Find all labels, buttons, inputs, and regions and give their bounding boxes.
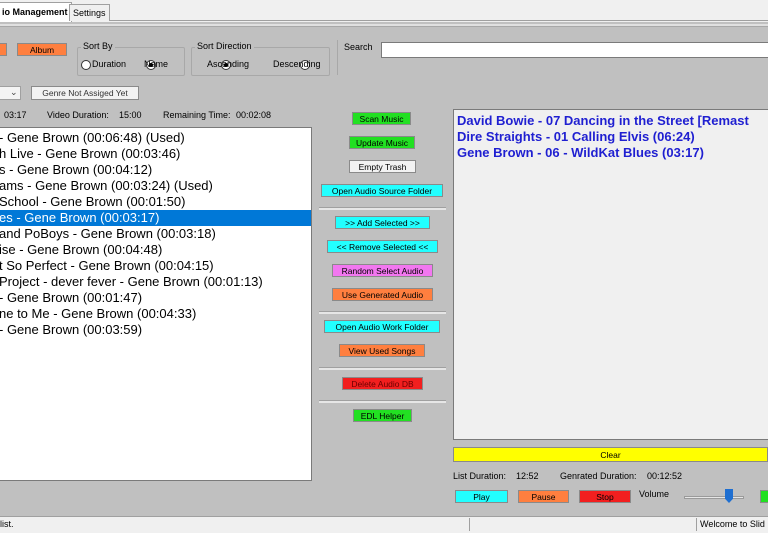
separator	[319, 311, 446, 314]
sort-duration-radio[interactable]	[81, 59, 91, 70]
sort-by-title: Sort By	[81, 41, 115, 51]
extra-button-partial[interactable]	[760, 490, 768, 503]
status-divider	[696, 518, 697, 531]
generated-duration-value: 00:12:52	[647, 471, 683, 481]
song-item[interactable]: School - Gene Brown (00:01:50)	[0, 194, 311, 210]
edl-helper-button[interactable]: EDL Helper	[353, 409, 412, 422]
open-audio-source-folder-button[interactable]: Open Audio Source Folder	[321, 184, 443, 197]
sort-duration-label: Duration	[92, 59, 127, 69]
video-duration-label: Video Duration:	[47, 110, 109, 120]
separator	[319, 400, 446, 403]
album-button[interactable]: Album	[17, 43, 67, 56]
song-item[interactable]: Project - dever fever - Gene Brown (00:0…	[0, 274, 311, 290]
volume-slider-track[interactable]	[684, 496, 744, 499]
search-divider	[337, 40, 338, 75]
song-item[interactable]: ise - Gene Brown (00:04:48)	[0, 242, 311, 258]
song-item[interactable]: - Gene Brown (00:03:59)	[0, 322, 311, 338]
view-used-songs-button[interactable]: View Used Songs	[339, 344, 425, 357]
update-music-button[interactable]: Update Music	[349, 136, 415, 149]
song-item[interactable]: h Live - Gene Brown (00:03:46)	[0, 146, 311, 162]
status-right-text: Welcome to Slid	[700, 519, 765, 529]
volume-label: Volume	[639, 489, 670, 499]
use-generated-audio-button[interactable]: Use Generated Audio	[332, 288, 433, 301]
open-audio-work-folder-button[interactable]: Open Audio Work Folder	[324, 320, 440, 333]
remove-selected-button[interactable]: << Remove Selected <<	[327, 240, 438, 253]
random-select-audio-button[interactable]: Random Select Audio	[332, 264, 433, 277]
song-item-selected[interactable]: es - Gene Brown (00:03:17)	[0, 210, 311, 226]
tab-bar	[0, 0, 768, 22]
tab-strip-line	[0, 20, 768, 21]
sort-ascending-label: Ascending	[207, 59, 250, 69]
playlist[interactable]: David Bowie - 07 Dancing in the Street […	[453, 109, 768, 440]
song-item[interactable]: and PoBoys - Gene Brown (00:03:18)	[0, 226, 311, 242]
status-divider	[469, 518, 470, 531]
tab-audio-management[interactable]: io Management	[0, 2, 72, 22]
clear-button[interactable]: Clear	[453, 447, 768, 462]
song-list[interactable]: - Gene Brown (00:06:48) (Used) h Live - …	[0, 127, 312, 481]
sort-direction-title: Sort Direction	[195, 41, 254, 51]
song-item[interactable]: ams - Gene Brown (00:03:24) (Used)	[0, 178, 311, 194]
song-item[interactable]: ne to Me - Gene Brown (00:04:33)	[0, 306, 311, 322]
remaining-time-label: Remaining Time:	[163, 110, 231, 120]
search-input[interactable]	[381, 42, 768, 58]
playlist-item[interactable]: David Bowie - 07 Dancing in the Street […	[457, 113, 768, 129]
sort-name-label: Name	[144, 59, 169, 69]
genre-button[interactable]: Genre Not Assiged Yet	[31, 86, 139, 100]
song-item[interactable]: - Gene Brown (00:01:47)	[0, 290, 311, 306]
header-divider	[0, 24, 768, 27]
search-label: Search	[344, 42, 373, 52]
tab-settings[interactable]: Settings	[69, 4, 110, 21]
generated-duration-label: Genrated Duration:	[560, 471, 637, 481]
video-duration-value: 15:00	[119, 110, 142, 120]
play-button[interactable]: Play	[455, 490, 508, 503]
genre-dropdown[interactable]: ⌄	[0, 86, 21, 100]
list-duration-label: List Duration:	[453, 471, 507, 481]
separator	[319, 207, 446, 210]
separator	[319, 367, 446, 370]
song-item[interactable]: s - Gene Brown (00:04:12)	[0, 162, 311, 178]
stop-button[interactable]: Stop	[579, 490, 631, 503]
count-partial: 03:17	[4, 110, 27, 120]
song-item[interactable]: - Gene Brown (00:06:48) (Used)	[0, 130, 311, 146]
delete-audio-db-button[interactable]: Delete Audio DB	[342, 377, 423, 390]
empty-trash-button[interactable]: Empty Trash	[349, 160, 416, 173]
status-left-text: list.	[0, 519, 14, 529]
add-selected-button[interactable]: >> Add Selected >>	[335, 216, 430, 229]
pause-button[interactable]: Pause	[518, 490, 569, 503]
playlist-item[interactable]: Dire Straights - 01 Calling Elvis (06:24…	[457, 129, 768, 145]
sort-descending-label: Descending	[273, 59, 321, 69]
remaining-time-value: 00:02:08	[236, 110, 272, 120]
volume-slider-thumb[interactable]	[725, 489, 733, 503]
status-bar	[0, 516, 768, 533]
song-item[interactable]: t So Perfect - Gene Brown (00:04:15)	[0, 258, 311, 274]
artist-button-partial[interactable]	[0, 43, 7, 56]
playlist-item[interactable]: Gene Brown - 06 - WildKat Blues (03:17)	[457, 145, 768, 161]
list-duration-value: 12:52	[516, 471, 539, 481]
chevron-down-icon: ⌄	[10, 87, 18, 97]
scan-music-button[interactable]: Scan Music	[352, 112, 411, 125]
